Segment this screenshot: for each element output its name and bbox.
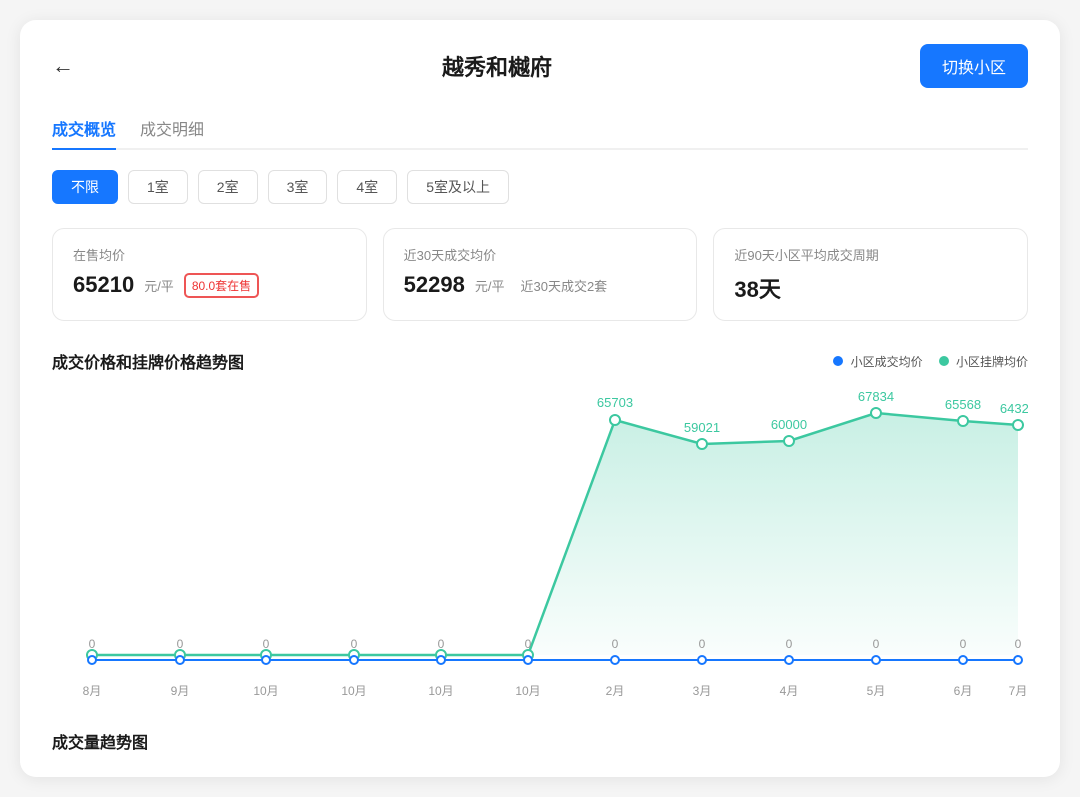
green-area <box>528 413 1018 655</box>
x-label-1: 9月 <box>171 684 190 698</box>
stat-card-cycle: 近90天小区平均成交周期 38天 <box>713 228 1028 321</box>
stat-label-listing: 在售均价 <box>73 245 346 264</box>
green-dot-6 <box>610 415 620 425</box>
x-label-10: 6月 <box>954 684 973 698</box>
volume-chart-title: 成交量趋势图 <box>52 735 148 752</box>
label-59021: 59021 <box>684 420 720 435</box>
green-dot-7 <box>697 439 707 449</box>
room-filter: 不限 1室 2室 3室 4室 5室及以上 <box>52 170 1028 204</box>
page-container: ← 越秀和樾府 切换小区 成交概览 成交明细 不限 1室 2室 3室 4室 5室… <box>20 20 1060 777</box>
page-title: 越秀和樾府 <box>74 50 920 82</box>
stat-card-listing-price: 在售均价 65210 元/平 80.0套在售 <box>52 228 367 321</box>
blue-dot-7 <box>698 656 706 664</box>
switch-community-button[interactable]: 切换小区 <box>920 44 1028 88</box>
tab-overview[interactable]: 成交概览 <box>52 116 116 150</box>
blue-dot-3 <box>350 656 358 664</box>
stat-card-transaction-price: 近30天成交均价 52298 元/平 近30天成交2套 <box>383 228 698 321</box>
label-60000: 60000 <box>771 417 807 432</box>
label-0-10: 0 <box>960 637 967 651</box>
tab-row: 成交概览 成交明细 <box>52 116 1028 150</box>
legend-blue: 小区成交均价 <box>833 353 922 370</box>
blue-dot-6 <box>611 656 619 664</box>
legend-dot-green <box>939 356 949 366</box>
stat-unit-transaction: 元/平 <box>475 276 505 295</box>
x-label-9: 5月 <box>867 684 886 698</box>
x-label-0: 8月 <box>83 684 102 698</box>
label-65568: 65568 <box>945 397 981 412</box>
volume-section: 成交量趋势图 <box>52 729 1028 753</box>
x-label-4: 10月 <box>428 684 453 698</box>
tab-detail[interactable]: 成交明细 <box>140 116 204 150</box>
label-0-9: 0 <box>873 637 880 651</box>
blue-dot-11 <box>1014 656 1022 664</box>
label-0-6: 0 <box>612 637 619 651</box>
stat-sub-transaction: 近30天成交2套 <box>520 276 607 295</box>
label-0-2: 0 <box>263 637 270 651</box>
stat-unit-listing: 元/平 <box>144 276 174 295</box>
label-0-11: 0 <box>1015 637 1022 651</box>
stat-value-transaction: 52298 <box>404 272 465 298</box>
stat-label-transaction: 近30天成交均价 <box>404 245 677 264</box>
x-label-2: 10月 <box>253 684 278 698</box>
label-64324: 64324 <box>1000 401 1028 416</box>
green-dot-9 <box>871 408 881 418</box>
label-0-5: 0 <box>525 637 532 651</box>
legend-dot-blue <box>833 356 843 366</box>
label-0-0: 0 <box>89 637 96 651</box>
back-button[interactable]: ← <box>52 55 74 77</box>
label-0-1: 0 <box>177 637 184 651</box>
header: ← 越秀和樾府 切换小区 <box>52 44 1028 88</box>
stat-value-row-listing: 65210 元/平 80.0套在售 <box>73 272 346 298</box>
blue-dot-9 <box>872 656 880 664</box>
label-0-7: 0 <box>699 637 706 651</box>
blue-dot-10 <box>959 656 967 664</box>
green-dot-11 <box>1013 420 1023 430</box>
filter-unlimited[interactable]: 不限 <box>52 170 118 204</box>
stat-value-cycle: 38天 <box>734 272 780 304</box>
blue-dot-0 <box>88 656 96 664</box>
label-0-8: 0 <box>786 637 793 651</box>
x-label-7: 3月 <box>693 684 712 698</box>
stat-value-row-transaction: 52298 元/平 近30天成交2套 <box>404 272 677 298</box>
price-chart-canvas: 65703 59021 60000 67834 65568 64324 0 0 … <box>52 385 1028 705</box>
blue-dot-1 <box>176 656 184 664</box>
chart-header: 成交价格和挂牌价格趋势图 小区成交均价 小区挂牌均价 <box>52 349 1028 373</box>
filter-5room[interactable]: 5室及以上 <box>407 170 509 204</box>
blue-dot-8 <box>785 656 793 664</box>
green-dot-8 <box>784 436 794 446</box>
stat-badge-listing: 80.0套在售 <box>184 273 259 298</box>
legend-label-blue: 小区成交均价 <box>851 355 923 369</box>
label-0-3: 0 <box>351 637 358 651</box>
chart-legend: 小区成交均价 小区挂牌均价 <box>833 353 1028 370</box>
blue-dot-4 <box>437 656 445 664</box>
legend-label-green: 小区挂牌均价 <box>956 355 1028 369</box>
x-label-6: 2月 <box>606 684 625 698</box>
filter-1room[interactable]: 1室 <box>128 170 188 204</box>
x-label-5: 10月 <box>515 684 540 698</box>
blue-dot-2 <box>262 656 270 664</box>
price-chart-svg: 65703 59021 60000 67834 65568 64324 0 0 … <box>52 385 1028 705</box>
x-label-11: 7月 <box>1009 684 1028 698</box>
blue-dot-5 <box>524 656 532 664</box>
stat-value-row-cycle: 38天 <box>734 272 1007 304</box>
chart-title: 成交价格和挂牌价格趋势图 <box>52 349 244 373</box>
green-dot-10 <box>958 416 968 426</box>
x-label-8: 4月 <box>780 684 799 698</box>
filter-3room[interactable]: 3室 <box>268 170 328 204</box>
price-chart-section: 成交价格和挂牌价格趋势图 小区成交均价 小区挂牌均价 <box>52 349 1028 705</box>
label-67834: 67834 <box>858 389 894 404</box>
filter-2room[interactable]: 2室 <box>198 170 258 204</box>
legend-green: 小区挂牌均价 <box>939 353 1028 370</box>
stat-value-listing: 65210 <box>73 272 134 298</box>
stat-label-cycle: 近90天小区平均成交周期 <box>734 245 1007 264</box>
x-label-3: 10月 <box>341 684 366 698</box>
label-65703: 65703 <box>597 395 633 410</box>
label-0-4: 0 <box>438 637 445 651</box>
stats-row: 在售均价 65210 元/平 80.0套在售 近30天成交均价 52298 元/… <box>52 228 1028 321</box>
filter-4room[interactable]: 4室 <box>337 170 397 204</box>
